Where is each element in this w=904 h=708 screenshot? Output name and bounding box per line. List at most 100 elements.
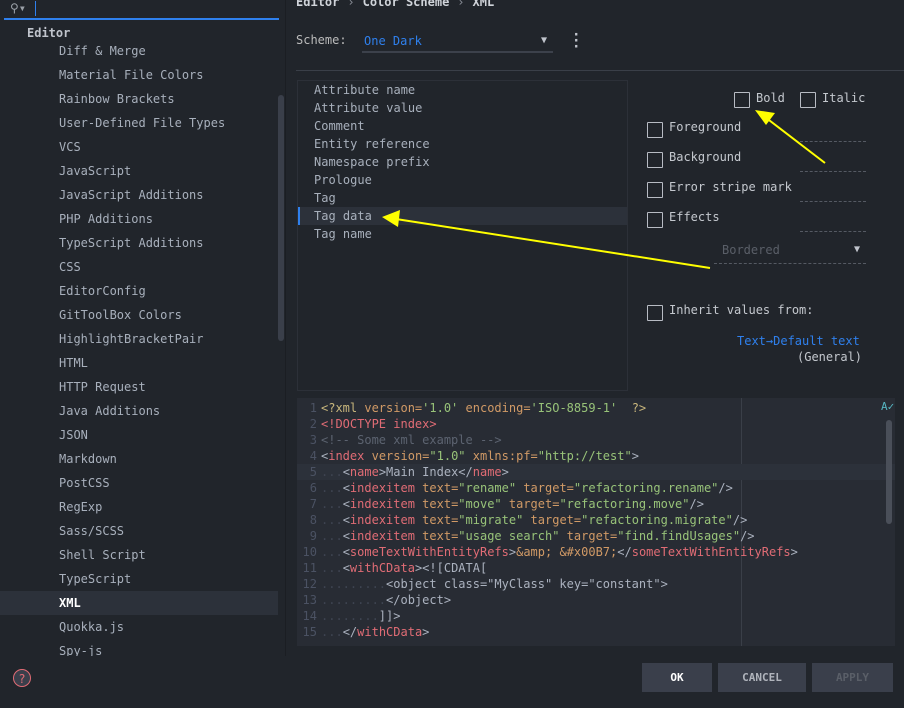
sidebar-item[interactable]: Material File Colors	[0, 63, 278, 87]
code-token-txt: </	[617, 545, 632, 559]
sidebar-item[interactable]: JavaScript	[0, 159, 278, 183]
code-token-attr: text=	[422, 529, 459, 543]
breadcrumb-editor[interactable]: Editor	[296, 0, 339, 9]
divider	[296, 70, 904, 71]
background-checkbox[interactable]	[647, 152, 663, 168]
breadcrumb-xml: XML	[472, 0, 495, 9]
sidebar-item[interactable]: PHP Additions	[0, 207, 278, 231]
inherit-checkbox[interactable]	[647, 305, 663, 321]
sidebar-item[interactable]: VCS	[0, 135, 278, 159]
code-line: 10 ...<someTextWithEntityRefs>&amp; &#x00…	[297, 544, 895, 560]
attribute-list-item[interactable]: Tag name	[298, 225, 627, 243]
error-stripe-checkbox[interactable]	[647, 182, 663, 198]
spellcheck-icon[interactable]: A✓	[881, 400, 894, 413]
text-caret	[35, 1, 36, 16]
code-token-tag: indexitem	[349, 529, 423, 543]
code-scrollbar[interactable]	[886, 420, 892, 524]
code-token-str: "move"	[458, 497, 509, 511]
sidebar-item[interactable]: RegExp	[0, 495, 278, 519]
sidebar-item[interactable]: Shell Script	[0, 543, 278, 567]
effects-type-dropdown[interactable]: Bordered ▼	[714, 240, 866, 264]
code-line: 13 .........</object>	[297, 592, 895, 608]
search-icon: ⚲▾	[10, 1, 27, 15]
code-line: 14 ........]]>	[297, 608, 895, 624]
indent-guide: ...	[321, 625, 343, 639]
attribute-list-item[interactable]: Prologue	[298, 171, 627, 189]
more-options-icon[interactable]: · · ·	[572, 28, 580, 54]
sidebar-item[interactable]: Diff & Merge	[0, 39, 278, 63]
attribute-list-item[interactable]: Tag	[298, 189, 627, 207]
code-token-txt: <	[342, 545, 350, 559]
sidebar-item[interactable]: Java Additions	[0, 399, 278, 423]
breadcrumb-color-scheme[interactable]: Color Scheme	[363, 0, 450, 9]
sidebar-item[interactable]: HTML	[0, 351, 278, 375]
code-token-txt: />	[718, 481, 733, 495]
help-icon[interactable]: ?	[13, 669, 31, 687]
code-token-attr: target=	[566, 529, 618, 543]
error-stripe-label: Error stripe mark	[669, 180, 792, 194]
code-token-txt: ><![CDATA[	[414, 561, 488, 575]
scheme-label: Scheme:	[296, 33, 347, 47]
indent-guide: ...	[321, 561, 343, 575]
sidebar-item[interactable]: JavaScript Additions	[0, 183, 278, 207]
code-preview[interactable]: 1 <?xml version='1.0' encoding='ISO-8859-…	[297, 398, 895, 646]
line-number: 13	[302, 593, 317, 607]
code-line: 12 .........<object class="MyClass" key="…	[297, 576, 895, 592]
code-token-txt: ]]>	[378, 609, 401, 623]
scheme-dropdown[interactable]: One Dark ▼	[362, 31, 553, 53]
cancel-button[interactable]: CANCEL	[718, 663, 806, 692]
code-token-tag: index	[328, 449, 372, 463]
foreground-color-field[interactable]	[800, 141, 866, 142]
effects-color-field[interactable]	[800, 231, 866, 232]
effects-checkbox[interactable]	[647, 212, 663, 228]
sidebar-item[interactable]: JSON	[0, 423, 278, 447]
sidebar-item[interactable]: HTTP Request	[0, 375, 278, 399]
sidebar-item[interactable]: GitToolBox Colors	[0, 303, 278, 327]
attribute-list-item[interactable]: Attribute name	[298, 81, 627, 99]
bold-checkbox[interactable]	[734, 92, 750, 108]
sidebar-group-editor[interactable]: Editor	[27, 26, 70, 40]
sidebar-item[interactable]: HighlightBracketPair	[0, 327, 278, 351]
indent-guide: ...	[321, 545, 343, 559]
code-token-tag: withCData	[349, 561, 415, 575]
inherit-link[interactable]: Text→Default text	[737, 334, 860, 348]
code-token-attr: target=	[508, 497, 560, 511]
code-token-attr: version=	[371, 449, 430, 463]
sidebar-scrollbar[interactable]	[278, 95, 284, 341]
scheme-value: One Dark	[364, 34, 422, 48]
sidebar-item[interactable]: TypeScript Additions	[0, 231, 278, 255]
sidebar-item[interactable]: Spy-js	[0, 639, 278, 656]
code-line: 6 ...<indexitem text="rename" target="ref…	[297, 480, 895, 496]
sidebar-item[interactable]: Rainbow Brackets	[0, 87, 278, 111]
code-token-txt: <	[342, 465, 350, 479]
code-token-txt: </	[342, 625, 358, 639]
sidebar-item[interactable]: EditorConfig	[0, 279, 278, 303]
attribute-list-item[interactable]: Tag data	[298, 207, 627, 225]
sidebar-item[interactable]: TypeScript	[0, 567, 278, 591]
sidebar-item[interactable]: Quokka.js	[0, 615, 278, 639]
sidebar-item[interactable]: User-Defined File Types	[0, 111, 278, 135]
sidebar-item[interactable]: PostCSS	[0, 471, 278, 495]
sidebar-item[interactable]: Markdown	[0, 447, 278, 471]
chevron-right-icon: ›	[457, 0, 465, 9]
sidebar-item[interactable]: Sass/SCSS	[0, 519, 278, 543]
foreground-checkbox[interactable]	[647, 122, 663, 138]
code-line: 9 ...<indexitem text="usage search" targe…	[297, 528, 895, 544]
sidebar-item[interactable]: XML	[0, 591, 278, 615]
indent-guide: .........	[321, 593, 387, 607]
settings-search-input[interactable]: ⚲▾	[4, 0, 279, 20]
italic-label: Italic	[822, 91, 866, 105]
background-color-field[interactable]	[800, 171, 866, 172]
code-token-txt: />	[689, 497, 704, 511]
attribute-list-item[interactable]: Entity reference	[298, 135, 627, 153]
error-stripe-color-field[interactable]	[800, 201, 866, 202]
attribute-list-item[interactable]: Comment	[298, 117, 627, 135]
line-number: 3	[309, 433, 317, 447]
attribute-list-item[interactable]: Attribute value	[298, 99, 627, 117]
italic-checkbox[interactable]	[800, 92, 816, 108]
apply-button[interactable]: APPLY	[812, 663, 893, 692]
sidebar-item[interactable]: CSS	[0, 255, 278, 279]
attribute-list-item[interactable]: Namespace prefix	[298, 153, 627, 171]
dropdown-arrow-icon: ▼	[540, 35, 547, 46]
ok-button[interactable]: OK	[642, 663, 712, 692]
